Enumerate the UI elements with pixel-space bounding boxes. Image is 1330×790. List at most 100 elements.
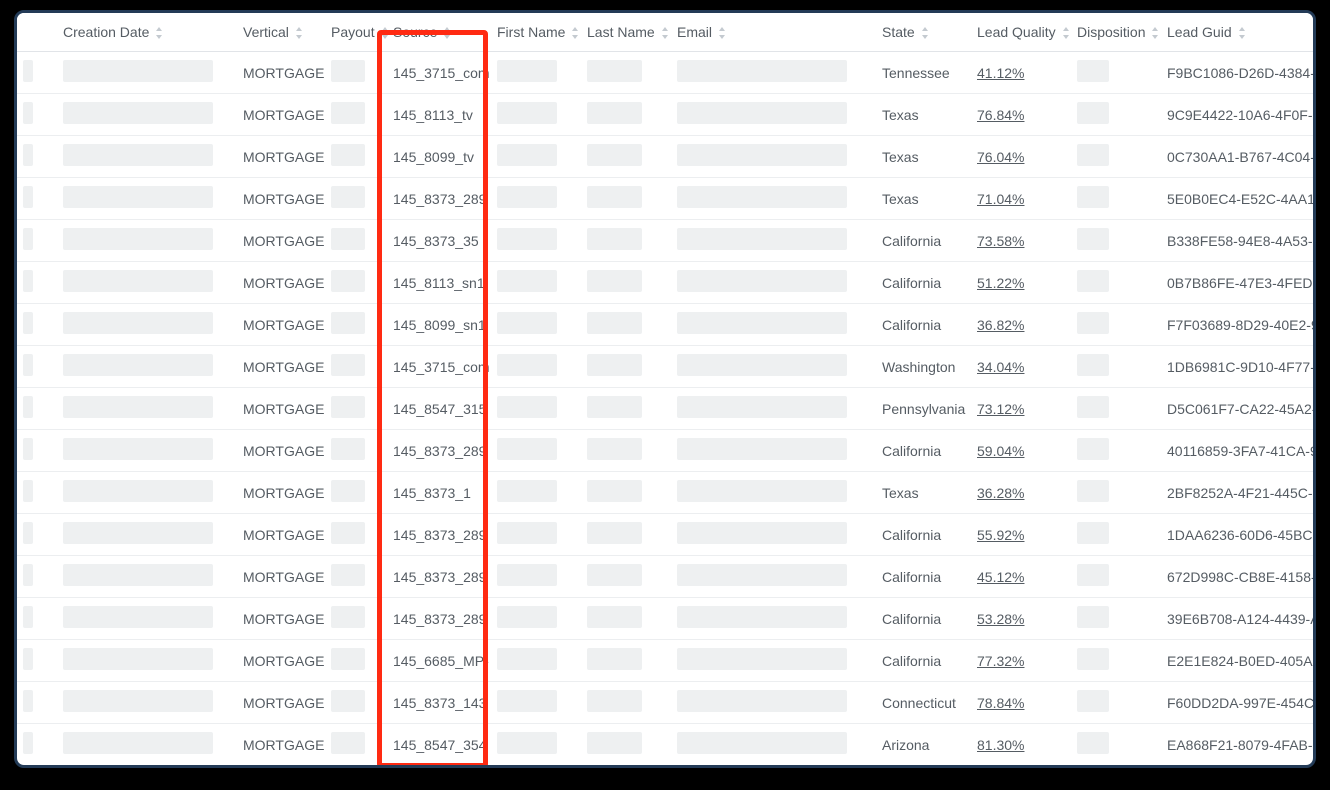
cell-source: 145_8113_sn1: [387, 262, 491, 304]
table-row[interactable]: MORTGAGE145_8373_289Texas71.04%5E0B0EC4-…: [17, 178, 1316, 220]
col-state[interactable]: State: [876, 13, 971, 52]
table-row[interactable]: MORTGAGE145_8373_289California55.92%1DAA…: [17, 514, 1316, 556]
table-row[interactable]: MORTGAGE145_8373_35California73.58%B338F…: [17, 220, 1316, 262]
cell-email: [671, 682, 876, 724]
cell-vertical: MORTGAGE: [237, 388, 325, 430]
sort-icon[interactable]: [1238, 27, 1246, 39]
sort-icon[interactable]: [718, 27, 726, 39]
cell-lead-guid: D5C061F7-CA22-45A2-A: [1161, 388, 1316, 430]
lead-quality-link[interactable]: 45.12%: [977, 569, 1024, 585]
table-row[interactable]: MORTGAGE145_3715_comWashington34.04%1DB6…: [17, 346, 1316, 388]
table-row[interactable]: MORTGAGE145_8373_289California53.28%39E6…: [17, 598, 1316, 640]
lead-quality-link[interactable]: 55.92%: [977, 527, 1024, 543]
cell-lead-quality: 55.92%: [971, 514, 1071, 556]
cell-creation-date: [57, 220, 237, 262]
app-frame: Creation Date Vertical Payout Source Fir…: [14, 10, 1316, 768]
table-row[interactable]: MORTGAGE145_8547_315Pennsylvania73.12%D5…: [17, 388, 1316, 430]
table-row[interactable]: MORTGAGE145_8113_tvTexas76.84%9C9E4422-1…: [17, 94, 1316, 136]
cell-first-name: [491, 262, 581, 304]
cell-first-name: [491, 472, 581, 514]
sort-icon[interactable]: [1062, 27, 1070, 39]
col-source[interactable]: Source: [387, 13, 491, 52]
lead-quality-link[interactable]: 76.84%: [977, 107, 1024, 123]
table-row[interactable]: MORTGAGE145_3715_comTennessee41.12%F9BC1…: [17, 52, 1316, 94]
table-row[interactable]: MORTGAGE145_8373_289California59.04%4011…: [17, 430, 1316, 472]
cell-lead-quality: 76.84%: [971, 94, 1071, 136]
col-disposition[interactable]: Disposition: [1071, 13, 1161, 52]
sort-icon[interactable]: [661, 27, 669, 39]
sort-icon[interactable]: [921, 27, 929, 39]
cell-payout: [325, 178, 387, 220]
lead-quality-link[interactable]: 71.04%: [977, 191, 1024, 207]
lead-quality-link[interactable]: 73.12%: [977, 401, 1024, 417]
cell-state: California: [876, 220, 971, 262]
cell-lead-guid: 40116859-3FA7-41CA-9E4: [1161, 430, 1316, 472]
cell-creation-date: [57, 514, 237, 556]
col-lead-quality[interactable]: Lead Quality: [971, 13, 1071, 52]
cell-last-name: [581, 556, 671, 598]
lead-quality-link[interactable]: 53.28%: [977, 611, 1024, 627]
lead-quality-link[interactable]: 59.04%: [977, 443, 1024, 459]
col-lead-guid[interactable]: Lead Guid: [1161, 13, 1316, 52]
cell-leading: [17, 346, 57, 388]
lead-quality-link[interactable]: 73.58%: [977, 233, 1024, 249]
sort-icon[interactable]: [571, 27, 579, 39]
lead-quality-link[interactable]: 36.28%: [977, 485, 1024, 501]
col-payout[interactable]: Payout: [325, 13, 387, 52]
cell-email: [671, 514, 876, 556]
cell-vertical: MORTGAGE: [237, 640, 325, 682]
sort-icon[interactable]: [295, 27, 303, 39]
cell-first-name: [491, 640, 581, 682]
table-row[interactable]: MORTGAGE145_6685_MP-California77.32%E2E1…: [17, 640, 1316, 682]
sort-icon[interactable]: [1151, 27, 1159, 39]
cell-lead-guid: 1DB6981C-9D10-4F77-B2: [1161, 346, 1316, 388]
lead-quality-link[interactable]: 76.04%: [977, 149, 1024, 165]
cell-lead-quality: 53.28%: [971, 598, 1071, 640]
cell-source: 145_3715_com: [387, 346, 491, 388]
cell-lead-guid: 39E6B708-A124-4439-AC: [1161, 598, 1316, 640]
cell-email: [671, 94, 876, 136]
cell-last-name: [581, 514, 671, 556]
table-row[interactable]: MORTGAGE145_8373_1Texas36.28%2BF8252A-4F…: [17, 472, 1316, 514]
cell-lead-quality: 59.04%: [971, 430, 1071, 472]
table-row[interactable]: MORTGAGE145_8547_354Arizona81.30%EA868F2…: [17, 724, 1316, 766]
cell-vertical: MORTGAGE: [237, 136, 325, 178]
table-row[interactable]: MORTGAGE145_8113_sn1California51.22%0B7B…: [17, 262, 1316, 304]
cell-last-name: [581, 346, 671, 388]
col-vertical[interactable]: Vertical: [237, 13, 325, 52]
cell-leading: [17, 136, 57, 178]
col-creation-date[interactable]: Creation Date: [57, 13, 237, 52]
lead-quality-link[interactable]: 81.30%: [977, 737, 1024, 753]
cell-payout: [325, 640, 387, 682]
table-row[interactable]: MORTGAGE145_8373_143Connecticut78.84%F60…: [17, 682, 1316, 724]
lead-quality-link[interactable]: 34.04%: [977, 359, 1024, 375]
table-row[interactable]: MORTGAGE145_8373_289California45.12%672D…: [17, 556, 1316, 598]
lead-quality-link[interactable]: 77.32%: [977, 653, 1024, 669]
cell-source: 145_3715_com: [387, 52, 491, 94]
cell-disposition: [1071, 430, 1161, 472]
col-first-name[interactable]: First Name: [491, 13, 581, 52]
sort-icon[interactable]: [155, 27, 163, 39]
table-row[interactable]: MORTGAGE145_8099_sn1California36.82%F7F0…: [17, 304, 1316, 346]
col-email[interactable]: Email: [671, 13, 876, 52]
table-row[interactable]: MORTGAGE145_8099_tvTexas76.04%0C730AA1-B…: [17, 136, 1316, 178]
lead-quality-link[interactable]: 36.82%: [977, 317, 1024, 333]
cell-source: 145_6685_MP-: [387, 640, 491, 682]
sort-icon[interactable]: [381, 27, 389, 39]
cell-creation-date: [57, 346, 237, 388]
cell-vertical: MORTGAGE: [237, 556, 325, 598]
cell-disposition: [1071, 220, 1161, 262]
cell-leading: [17, 724, 57, 766]
cell-leading: [17, 220, 57, 262]
cell-source: 145_8373_289: [387, 178, 491, 220]
cell-email: [671, 472, 876, 514]
lead-quality-link[interactable]: 78.84%: [977, 695, 1024, 711]
cell-first-name: [491, 94, 581, 136]
sort-icon[interactable]: [443, 27, 451, 39]
cell-creation-date: [57, 640, 237, 682]
cell-vertical: MORTGAGE: [237, 220, 325, 262]
col-last-name[interactable]: Last Name: [581, 13, 671, 52]
lead-quality-link[interactable]: 51.22%: [977, 275, 1024, 291]
cell-email: [671, 430, 876, 472]
lead-quality-link[interactable]: 41.12%: [977, 65, 1024, 81]
